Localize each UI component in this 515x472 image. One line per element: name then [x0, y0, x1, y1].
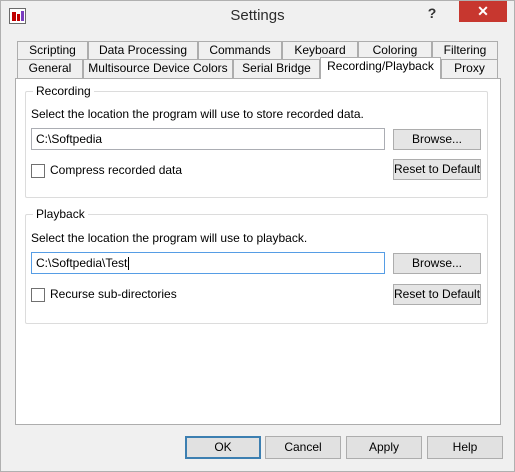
playback-group-title: Playback: [33, 207, 88, 221]
tab-commands[interactable]: Commands: [198, 41, 282, 60]
tab-recording-playback[interactable]: Recording/Playback: [320, 57, 441, 79]
playback-description: Select the location the program will use…: [31, 231, 308, 245]
recording-group-title: Recording: [33, 84, 94, 98]
recording-group: Recording Select the location the progra…: [25, 84, 488, 198]
tab-data-processing[interactable]: Data Processing: [88, 41, 198, 60]
playback-browse-button[interactable]: Browse...: [393, 253, 481, 274]
tab-serial-bridge[interactable]: Serial Bridge: [233, 59, 320, 78]
playback-group: Playback Select the location the program…: [25, 207, 488, 324]
recording-path-input[interactable]: C:\Softpedia: [31, 128, 385, 150]
tab-scripting[interactable]: Scripting: [17, 41, 88, 60]
playback-path-value: C:\Softpedia\Test: [36, 256, 128, 270]
recording-browse-button[interactable]: Browse...: [393, 129, 481, 150]
recording-reset-to-default-button[interactable]: Reset to Default: [393, 159, 481, 180]
compress-recorded-data-checkbox[interactable]: [31, 164, 45, 178]
title-bar[interactable]: Settings ? ✕: [1, 1, 514, 32]
compress-recorded-data-label[interactable]: Compress recorded data: [50, 163, 182, 177]
settings-window: Settings ? ✕ Scripting Data Processing C…: [0, 0, 515, 472]
help-question-mark-icon[interactable]: ?: [417, 3, 447, 23]
recording-description: Select the location the program will use…: [31, 107, 364, 121]
close-icon[interactable]: ✕: [459, 1, 507, 22]
recurse-sub-directories-label[interactable]: Recurse sub-directories: [50, 287, 177, 301]
recording-playback-panel: Recording Select the location the progra…: [15, 78, 501, 425]
tab-filtering[interactable]: Filtering: [432, 41, 498, 60]
tab-general[interactable]: General: [17, 59, 83, 78]
cancel-button[interactable]: Cancel: [265, 436, 341, 459]
text-caret: [128, 257, 130, 271]
ok-button[interactable]: OK: [185, 436, 261, 459]
playback-reset-to-default-button[interactable]: Reset to Default: [393, 284, 481, 305]
apply-button[interactable]: Apply: [346, 436, 422, 459]
tab-proxy[interactable]: Proxy: [441, 59, 498, 78]
recurse-sub-directories-checkbox[interactable]: [31, 288, 45, 302]
tab-multisource-device-colors[interactable]: Multisource Device Colors: [83, 59, 233, 78]
playback-path-input[interactable]: C:\Softpedia\Test: [31, 252, 385, 274]
help-button[interactable]: Help: [427, 436, 503, 459]
